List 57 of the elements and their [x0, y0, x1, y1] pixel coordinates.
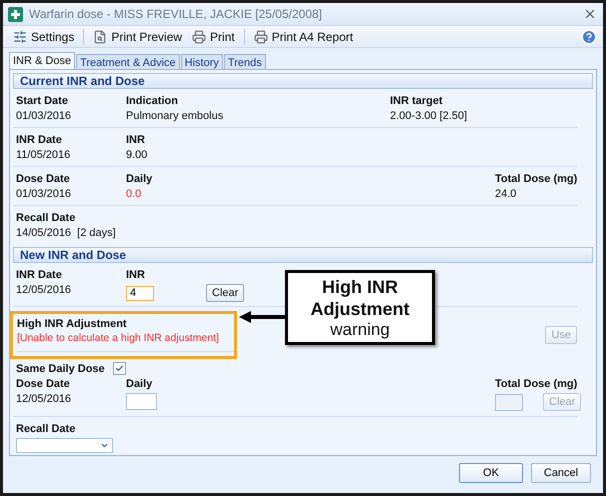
- help-icon[interactable]: [581, 28, 597, 44]
- printer-icon: [254, 30, 268, 44]
- dose-date-value: 12/05/2016: [16, 393, 72, 405]
- inr-date-value: 11/05/2016: [16, 149, 72, 161]
- callout-note: warning: [330, 320, 390, 340]
- adjustment-label: High INR Adjustment: [17, 318, 128, 330]
- tab[interactable]: Trends: [224, 54, 266, 69]
- tab[interactable]: INR & Dose: [9, 52, 76, 69]
- indication-value: Pulmonary embolus: [126, 110, 224, 122]
- tab[interactable]: History: [180, 54, 223, 69]
- recall-date-label: Recall Date: [16, 212, 76, 224]
- section-header: New INR and Dose: [13, 247, 593, 263]
- check-icon: [114, 364, 124, 373]
- inr-label: INR: [126, 134, 146, 146]
- inr-input[interactable]: 4: [126, 286, 154, 300]
- adjustment-warning: [Unable to calculate a high INR adjustment]: [17, 332, 220, 344]
- toolbar-button[interactable]: Print Preview: [89, 28, 186, 44]
- inr-date-value: 12/05/2016: [16, 284, 72, 296]
- app-icon: [8, 6, 23, 22]
- toolbar-button[interactable]: Settings: [9, 28, 78, 44]
- inr-date-label: INR Date: [16, 134, 63, 146]
- sliders-icon: [13, 30, 27, 44]
- start-date-label: Start Date: [16, 95, 69, 107]
- same-daily-dose-checkbox[interactable]: [112, 362, 126, 375]
- daily-input[interactable]: [126, 393, 157, 410]
- printer-icon: [192, 30, 206, 44]
- daily-label: Daily: [126, 173, 154, 185]
- start-date-value: 01/03/2016: [16, 110, 72, 122]
- callout-title: High INR Adjustment: [310, 276, 410, 320]
- total-dose-value: 24.0: [495, 188, 518, 200]
- dose-date-label: Dose Date: [16, 173, 71, 185]
- recall-date-label: Recall Date: [16, 423, 76, 435]
- same-daily-dose-label: Same Daily Dose: [16, 362, 105, 374]
- close-icon[interactable]: [583, 7, 597, 21]
- dose-date-label: Dose Date: [16, 378, 71, 390]
- inr-target-value: 2.00-3.00 [2.50]: [390, 110, 468, 122]
- file-search-icon: [93, 30, 108, 44]
- daily-label: Daily: [126, 378, 154, 390]
- indication-label: Indication: [126, 95, 179, 107]
- window-title: Warfarin dose - MISS FREVILLE, JACKIE [25/05/2008]: [29, 7, 324, 21]
- recall-date-value: 14/05/2016 [2 days]: [16, 227, 117, 239]
- total-dose-label: Total Dose (mg): [495, 378, 578, 390]
- cancel-button[interactable]: Cancel: [531, 463, 591, 483]
- clear-button[interactable]: Clear: [206, 284, 244, 302]
- inr-value: 9.00: [126, 149, 148, 161]
- daily-value: 0.0: [126, 188, 142, 200]
- dose-date-value: 01/03/2016: [16, 188, 72, 200]
- ok-button[interactable]: OK: [459, 463, 523, 483]
- total-dose-label: Total Dose (mg): [495, 173, 578, 185]
- tab[interactable]: Treatment & Advice: [76, 54, 180, 69]
- toolbar-button[interactable]: Print: [188, 28, 239, 44]
- inr-label: INR: [126, 269, 146, 281]
- caret-icon: [100, 441, 109, 450]
- section-header: Current INR and Dose: [13, 73, 593, 89]
- inr-date-label: INR Date: [16, 269, 63, 281]
- toolbar-button[interactable]: Print A4 Report: [250, 28, 358, 44]
- inr-target-label: INR target: [390, 95, 444, 107]
